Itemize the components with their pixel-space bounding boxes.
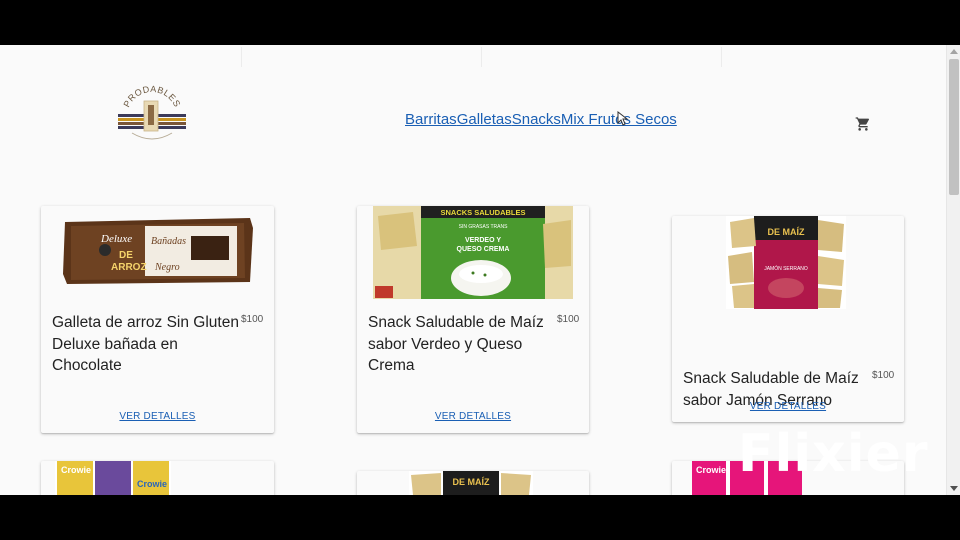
video-letterbox-top: [0, 0, 960, 45]
svg-text:Negro: Negro: [154, 262, 180, 273]
product-price: $100: [241, 314, 264, 325]
product-image[interactable]: DE MAÍZ JAMÓN SERRANO: [726, 216, 846, 309]
svg-text:DE MAÍZ: DE MAÍZ: [768, 227, 806, 237]
svg-text:VERDEO Y: VERDEO Y: [465, 237, 501, 244]
svg-text:QUESO CREMA: QUESO CREMA: [457, 246, 510, 253]
svg-text:SNACKS SALUDABLES: SNACKS SALUDABLES: [440, 208, 525, 217]
product-card: Crowie Crowie: [41, 461, 274, 495]
svg-text:Deluxe: Deluxe: [100, 233, 132, 245]
product-card: DE MAÍZ JAMÓN SERRANO Snack Saludable de…: [672, 216, 904, 422]
top-strip: [0, 45, 946, 69]
svg-text:Crowie: Crowie: [61, 465, 91, 475]
nav-link-barritas[interactable]: Barritas: [405, 111, 457, 129]
flixier-watermark: Flixier: [738, 424, 929, 484]
scrollbar-thumb[interactable]: [949, 59, 959, 195]
svg-text:ARROZ: ARROZ: [111, 262, 147, 273]
product-image[interactable]: SNACKS SALUDABLES SIN GRASAS TRANS VERDE…: [373, 206, 573, 299]
product-name: Snack Saludable de Maíz sabor Verdeo y Q…: [368, 314, 544, 374]
details-button[interactable]: VER DETALLES: [672, 401, 904, 412]
mouse-pointer-icon: [617, 111, 629, 126]
vertical-scrollbar[interactable]: [946, 45, 960, 495]
svg-text:DE: DE: [119, 250, 133, 261]
details-button[interactable]: VER DETALLES: [41, 411, 274, 422]
product-image[interactable]: Crowie Crowie: [55, 461, 171, 495]
nav-link-galletas[interactable]: Galletas: [457, 111, 512, 129]
main-nav: Barritas Galletas Snacks Mix Frutos Seco…: [405, 111, 677, 129]
details-button[interactable]: VER DETALLES: [357, 411, 589, 422]
svg-text:DE MAÍZ: DE MAÍZ: [453, 477, 491, 487]
video-letterbox-bottom: [0, 495, 960, 540]
scroll-down-arrow-icon[interactable]: [950, 486, 958, 491]
product-image[interactable]: Deluxe DE ARROZ Bañadas Negro: [61, 214, 254, 286]
product-card: SNACKS SALUDABLES SIN GRASAS TRANS VERDE…: [357, 206, 589, 433]
product-price: $100: [557, 314, 580, 325]
svg-text:SIN GRASAS TRANS: SIN GRASAS TRANS: [459, 224, 508, 230]
svg-text:Crowie: Crowie: [696, 465, 726, 475]
scroll-up-arrow-icon[interactable]: [950, 49, 958, 54]
nav-link-snacks[interactable]: Snacks: [512, 111, 561, 129]
product-price: $100: [872, 370, 895, 381]
prodables-logo[interactable]: PRODABLES: [118, 83, 186, 151]
product-name: Galleta de arroz Sin Gluten Deluxe bañad…: [52, 314, 239, 374]
product-card: Deluxe DE ARROZ Bañadas Negro Galleta de…: [41, 206, 274, 433]
svg-text:JAMÓN SERRANO: JAMÓN SERRANO: [764, 265, 808, 272]
shopping-cart-icon[interactable]: [855, 116, 871, 132]
product-card: DE MAÍZ: [357, 471, 589, 495]
svg-text:Bañadas: Bañadas: [151, 236, 186, 247]
svg-text:Crowie: Crowie: [137, 479, 167, 489]
product-image[interactable]: DE MAÍZ: [409, 471, 533, 495]
